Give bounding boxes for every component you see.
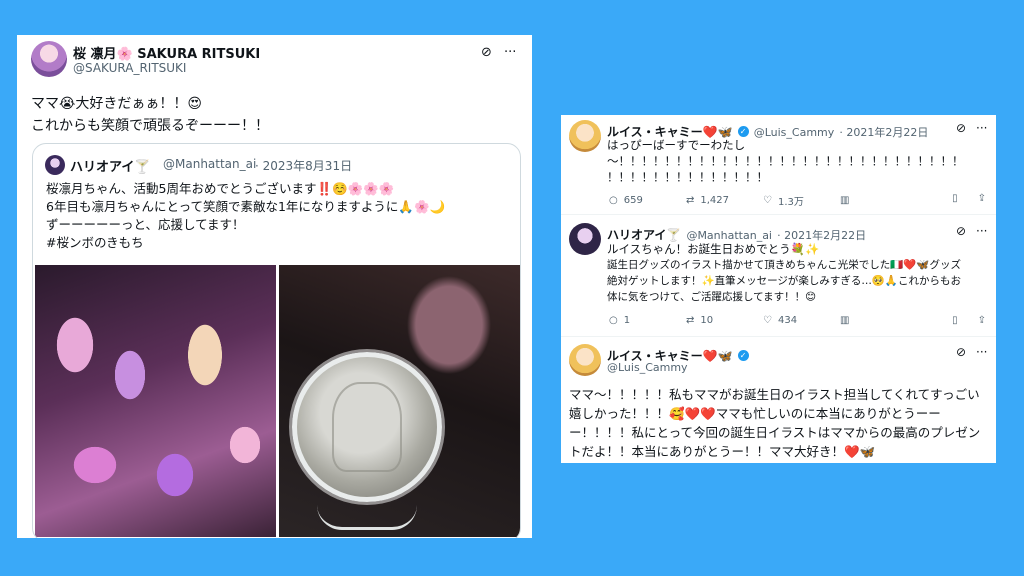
quote-date[interactable]: · 2023年8月31日	[255, 157, 352, 174]
tweet-text-line-1: ルイスちゃん！お誕生日おめでとう💐✨	[607, 242, 820, 256]
tweet-text-line-1: はっぴーばーすでーわたし	[607, 138, 746, 152]
quote-display-name[interactable]: ハリオアイ🍸	[70, 156, 151, 175]
quote-handle[interactable]: @Manhattan_ai	[163, 157, 256, 171]
reply-button[interactable]: ○ 1	[609, 315, 686, 326]
avatar[interactable]	[569, 223, 601, 255]
avatar[interactable]	[31, 41, 67, 77]
more-icon[interactable]: ···	[504, 45, 516, 60]
quoted-tweet[interactable]: ハリオアイ🍸 @Manhattan_ai · 2023年8月31日 桜凛月ちゃん…	[32, 143, 521, 538]
display-name[interactable]: 桜 凛月🌸 SAKURA RITSUKI	[73, 43, 260, 62]
grok-icon[interactable]: ⊘	[956, 121, 966, 135]
display-name[interactable]: ハリオアイ🍸	[607, 228, 681, 242]
tweet-text-line-1: ママ〜！！！！！私もママがお誕生日のイラスト担当してくれてすっごい	[569, 387, 980, 402]
tweet-text-line-1: ママ😭大好きだぁぁ！！😍	[31, 96, 202, 112]
share-icon[interactable]: ⇪	[978, 315, 986, 326]
quote-text-line-1: 桜凛月ちゃん、活動5周年おめでとうございます‼️☺️🌸🌸🌸	[46, 181, 395, 196]
views-button[interactable]: ▥	[840, 315, 917, 326]
thread-tweet-2[interactable]: ハリオアイ🍸 @Manhattan_ai · 2021年2月22日 ⊘ ··· …	[561, 215, 996, 335]
like-count: 434	[777, 315, 798, 326]
views-icon: ▥	[840, 195, 850, 206]
retweet-icon: ⇄	[686, 315, 695, 326]
retweet-button[interactable]: ⇄ 10	[686, 315, 763, 326]
like-count: 1.3万	[777, 197, 804, 208]
tweet-text-line-4: 体に気をつけて、ご活躍応援してます！！😊	[607, 291, 817, 303]
tweet-date[interactable]: · 2021年2月22日	[839, 126, 928, 139]
reply-count: 659	[623, 195, 643, 206]
avatar[interactable]	[569, 120, 601, 152]
retweet-icon: ⇄	[686, 195, 695, 206]
tweet-text-line-2: 嬉しかった！！！🥰❤️❤️ママも忙しいのに本当にありがとうーー	[569, 406, 941, 421]
user-handle[interactable]: @Luis_Cammy	[607, 361, 688, 374]
grok-icon[interactable]: ⊘	[481, 45, 492, 60]
like-icon: ♡	[763, 195, 772, 206]
more-icon[interactable]: ···	[976, 121, 987, 135]
tweet-header: 桜 凛月🌸 SAKURA RITSUKI @SAKURA_RITSUKI ⊘ ·…	[17, 35, 532, 79]
tweet-text-line-4: トだよ！！本当にありがとうー！！ママ大好き！❤️🦋	[569, 444, 876, 459]
grok-icon[interactable]: ⊘	[956, 345, 966, 359]
verified-icon: ✓	[737, 126, 749, 137]
coin-stand	[317, 505, 417, 530]
avatar[interactable]	[569, 344, 601, 376]
quote-avatar[interactable]	[45, 155, 65, 175]
views-icon: ▥	[840, 315, 850, 326]
user-handle[interactable]: @Luis_Cammy	[754, 126, 835, 139]
retweet-count: 1,427	[700, 195, 730, 206]
tweet-text-line-3: ！！！！！！！！！！！！！！	[607, 170, 768, 184]
more-icon[interactable]: ···	[976, 224, 987, 238]
grok-icon[interactable]: ⊘	[956, 224, 966, 238]
reply-icon: ○	[609, 195, 618, 206]
bookmark-icon[interactable]: ▯	[952, 193, 958, 208]
like-button[interactable]: ♡ 1.3万	[763, 193, 840, 208]
tweet-text-line-3: 絶対ゲットします！✨直筆メッセージが楽しみすぎる…🥺🙏これからもお	[607, 275, 962, 287]
commemorative-coin	[292, 352, 442, 502]
quote-hashtag[interactable]: #桜ンボのきもち	[46, 234, 144, 252]
tweet-text-line-3: ー！！！！私にとって今回の誕生日イラストはママからの最高のプレゼン	[569, 425, 981, 440]
sakura-tweet-card: 桜 凛月🌸 SAKURA RITSUKI @SAKURA_RITSUKI ⊘ ·…	[17, 35, 532, 538]
retweet-button[interactable]: ⇄ 1,427	[686, 193, 763, 208]
views-button[interactable]: ▥	[840, 193, 917, 208]
user-handle[interactable]: @SAKURA_RITSUKI	[73, 61, 186, 75]
tweet-text-line-2: これからも笑顔で頑張るぞーーー！！	[31, 118, 269, 134]
figures-photo[interactable]	[35, 265, 276, 537]
luis-thread-card: ルイス・キャミー❤️🦋 ✓ @Luis_Cammy · 2021年2月22日 ⊘…	[561, 115, 996, 463]
reply-count: 1	[623, 315, 631, 326]
thread-tweet-1[interactable]: ルイス・キャミー❤️🦋 ✓ @Luis_Cammy · 2021年2月22日 ⊘…	[561, 115, 996, 213]
quote-text-line-3: ずーーーーーっと、応援してます！	[46, 217, 245, 232]
reply-button[interactable]: ○ 659	[609, 193, 686, 208]
like-button[interactable]: ♡ 434	[763, 315, 840, 326]
quote-text-line-2: 6年目も凛月ちゃんにとって笑顔で素敵な1年になりますように🙏🌸🌙	[46, 199, 446, 214]
verified-icon: ✓	[737, 350, 749, 361]
action-bar: ○ 659 ⇄ 1,427 ♡ 1.3万 ▥ ▯ ⇪	[609, 193, 994, 208]
tweet-text-line-2: 〜！！！！！！！！！！！！！！！！！！！！！！！！！！！！！！	[607, 154, 964, 168]
share-icon[interactable]: ⇪	[978, 193, 986, 208]
action-bar: ○ 1 ⇄ 10 ♡ 434 ▥ ▯ ⇪	[609, 315, 994, 326]
more-icon[interactable]: ···	[976, 345, 987, 359]
retweet-count: 10	[700, 315, 714, 326]
tweet-text-line-2: 誕生日グッズのイラスト描かせて頂きめちゃんこ光栄でした🇮🇹❤️🦋グッズ	[607, 259, 962, 271]
like-icon: ♡	[763, 315, 772, 326]
bookmark-icon[interactable]: ▯	[952, 315, 958, 326]
reply-icon: ○	[609, 315, 618, 326]
